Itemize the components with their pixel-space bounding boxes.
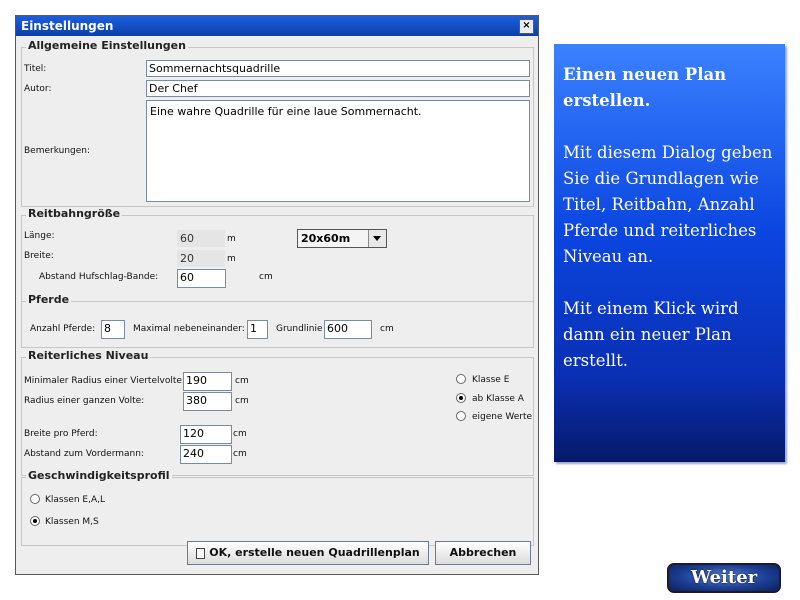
info-heading: Einen neuen Plan erstellen.: [563, 65, 727, 110]
riding-level-group: Reiterliches Niveau Minimaler Radius ein…: [21, 349, 534, 476]
speed-radio-e-a-l[interactable]: [30, 494, 40, 504]
level-radio-ab-klasse-a[interactable]: [456, 393, 466, 403]
min-radius-field[interactable]: 190: [183, 372, 232, 391]
length-unit: m: [227, 234, 236, 244]
full-radius-label: Radius einer ganzen Volte:: [24, 396, 145, 406]
distance-front-label: Abstand zum Vordermann:: [24, 449, 144, 459]
info-paragraph-2: Mit einem Klick wird dann ein neuer Plan…: [563, 299, 739, 370]
full-radius-unit: cm: [235, 396, 249, 406]
max-side-label: Maximal nebeneinander:: [133, 324, 245, 334]
max-side-field[interactable]: 1: [247, 320, 268, 339]
speed-profile-heading: Geschwindigkeitsprofil: [26, 469, 172, 482]
length-label: Länge:: [24, 231, 55, 241]
dialog-title: Einstellungen: [21, 19, 114, 33]
dialog-titlebar[interactable]: Einstellungen ×: [16, 16, 538, 36]
author-label: Autor:: [24, 84, 52, 94]
level-radio-eigene-werte[interactable]: [456, 411, 466, 421]
next-button[interactable]: Weiter: [667, 563, 781, 593]
width-unit: m: [227, 254, 236, 264]
baseline-field[interactable]: 600: [324, 320, 372, 339]
author-field[interactable]: Der Chef: [146, 80, 530, 97]
title-field[interactable]: Sommernachtsquadrille: [146, 60, 530, 77]
close-icon[interactable]: ×: [519, 19, 534, 34]
level-option-ab-klasse-a[interactable]: ab Klasse A: [472, 394, 524, 404]
distance-field[interactable]: 60: [177, 269, 226, 288]
level-option-eigene-werte[interactable]: eigene Werte: [472, 412, 532, 422]
width-per-horse-label: Breite pro Pferd:: [24, 429, 98, 439]
level-option-klasse-e[interactable]: Klasse E: [472, 375, 509, 385]
arena-size-group: Reitbahngröße Länge: 60 m 20x60m Breite:…: [21, 207, 534, 302]
chevron-down-icon[interactable]: [368, 230, 386, 247]
full-radius-field[interactable]: 380: [183, 392, 232, 411]
speed-option-e-a-l[interactable]: Klassen E,A,L: [45, 495, 105, 505]
create-plan-button[interactable]: OK, erstelle neuen Quadrillenplan: [187, 541, 429, 565]
arena-size-select[interactable]: 20x60m: [297, 229, 387, 248]
speed-radio-m-s[interactable]: [30, 516, 40, 526]
arena-size-selected: 20x60m: [301, 232, 351, 245]
width-field: 20: [177, 250, 225, 267]
width-label: Breite:: [24, 251, 54, 261]
horses-group: Pferde Anzahl Pferde: 8 Maximal nebenein…: [21, 293, 534, 348]
document-icon: [196, 547, 206, 559]
settings-dialog: Einstellungen × Allgemeine Einstellungen…: [15, 15, 539, 575]
cancel-button[interactable]: Abbrechen: [435, 541, 531, 565]
info-panel: Einen neuen Plan erstellen. Mit diesem D…: [554, 44, 785, 462]
general-settings-group: Allgemeine Einstellungen Titel: Sommerna…: [21, 39, 534, 207]
speed-option-m-s[interactable]: Klassen M,S: [45, 517, 99, 527]
distance-label: Abstand Hufschlag-Bande:: [39, 272, 159, 282]
horses-heading: Pferde: [26, 293, 72, 306]
distance-front-unit: cm: [233, 449, 247, 459]
title-label: Titel:: [24, 64, 47, 74]
min-radius-unit: cm: [235, 376, 249, 386]
horse-count-field[interactable]: 8: [101, 320, 125, 339]
baseline-label: Grundlinie: [276, 324, 323, 334]
remarks-label: Bemerkungen:: [24, 146, 91, 156]
level-radio-klasse-e[interactable]: [456, 374, 466, 384]
info-paragraph-1: Mit diesem Dialog geben Sie die Grundlag…: [563, 143, 773, 266]
baseline-unit: cm: [380, 324, 394, 334]
horse-count-label: Anzahl Pferde:: [30, 324, 96, 334]
width-per-horse-unit: cm: [233, 429, 247, 439]
riding-level-heading: Reiterliches Niveau: [26, 349, 151, 362]
general-settings-heading: Allgemeine Einstellungen: [26, 39, 188, 52]
length-field: 60: [177, 230, 225, 247]
arena-size-heading: Reitbahngröße: [26, 207, 123, 220]
distance-front-field[interactable]: 240: [180, 445, 232, 464]
remarks-textarea[interactable]: Eine wahre Quadrille für eine laue Somme…: [146, 100, 530, 202]
speed-profile-group: Geschwindigkeitsprofil Klassen E,A,L Kla…: [21, 469, 534, 546]
min-radius-label: Minimaler Radius einer Viertelvolte:: [24, 376, 185, 386]
create-plan-label: OK, erstelle neuen Quadrillenplan: [209, 546, 420, 559]
distance-unit: cm: [259, 272, 273, 282]
width-per-horse-field[interactable]: 120: [180, 425, 232, 444]
